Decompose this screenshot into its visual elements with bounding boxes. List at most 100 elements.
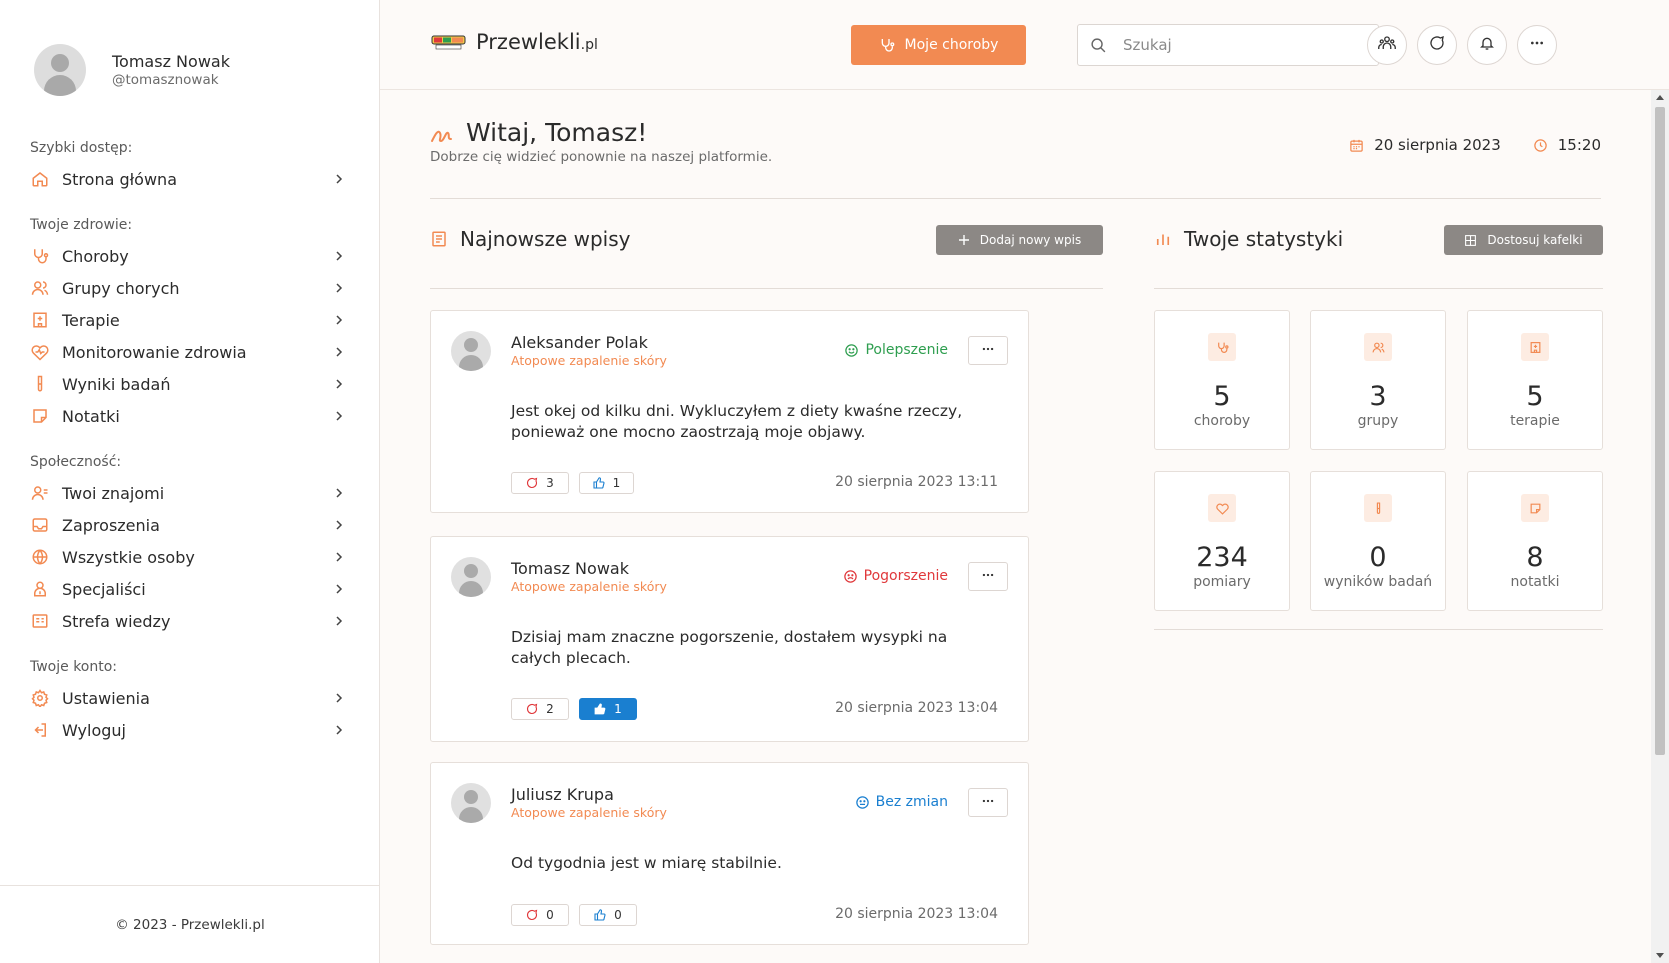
avatar[interactable] — [451, 783, 491, 823]
smile-icon — [844, 343, 859, 358]
logo-text: Przewlekli — [476, 30, 581, 54]
avatar[interactable] — [451, 331, 491, 371]
stat-value: 3 — [1369, 381, 1387, 412]
stat-tile-measurements[interactable]: 234 pomiary — [1154, 471, 1290, 611]
add-post-label: Dodaj nowy wpis — [979, 233, 1082, 247]
sidebar-item-results[interactable]: Wyniki badań — [30, 368, 350, 400]
messages-button[interactable] — [1417, 25, 1457, 65]
post-more-button[interactable] — [968, 562, 1008, 591]
hospital-icon — [30, 310, 50, 330]
avatar[interactable] — [34, 44, 86, 96]
stat-tile-results[interactable]: 0 wyników badań — [1310, 471, 1446, 611]
sidebar-item-label: Ustawienia — [62, 688, 150, 708]
scroll-up-icon[interactable] — [1656, 95, 1664, 100]
notifications-button[interactable] — [1467, 25, 1507, 65]
post-more-button[interactable] — [968, 788, 1008, 817]
sidebar-item-diseases[interactable]: Choroby — [30, 240, 350, 272]
post-condition[interactable]: Atopowe zapalenie skóry — [511, 353, 667, 368]
avatar[interactable] — [451, 557, 491, 597]
chevron-right-icon — [332, 281, 346, 295]
sidebar-item-specialists[interactable]: Specjaliści — [30, 573, 350, 605]
like-button[interactable]: 1 — [579, 698, 637, 720]
sidebar-item-groups[interactable]: Grupy chorych — [30, 272, 350, 304]
logout-icon — [30, 720, 50, 740]
posts-section-title: Najnowsze wpisy — [430, 227, 631, 251]
sidebar-item-monitoring[interactable]: Monitorowanie zdrowia — [30, 336, 350, 368]
specialist-icon — [30, 579, 50, 599]
post-condition[interactable]: Atopowe zapalenie skóry — [511, 805, 667, 820]
more-dots-icon — [981, 793, 995, 812]
sidebar-item-label: Monitorowanie zdrowia — [62, 342, 247, 362]
stat-tile-diseases[interactable]: 5 choroby — [1154, 310, 1290, 450]
people-icon — [1378, 34, 1396, 56]
post-text: Dzisiaj mam znaczne pogorszenie, dostałe… — [511, 628, 948, 667]
divider — [1154, 629, 1603, 630]
search-input[interactable] — [1123, 36, 1353, 54]
post-condition[interactable]: Atopowe zapalenie skóry — [511, 579, 667, 594]
stat-value: 234 — [1196, 542, 1248, 573]
user-profile[interactable]: Tomasz Nowak @tomasznowak — [34, 44, 230, 96]
post-status-label: Polepszenie — [865, 342, 948, 358]
search-box[interactable] — [1077, 24, 1379, 66]
sidebar-item-logout[interactable]: Wyloguj — [30, 714, 350, 746]
stat-tile-therapies[interactable]: 5 terapie — [1467, 310, 1603, 450]
frown-icon — [843, 569, 858, 584]
post-date: 20 sierpnia 2023 13:11 — [835, 474, 998, 490]
chevron-right-icon — [332, 377, 346, 391]
comments-button[interactable]: 2 — [511, 698, 569, 720]
post-author[interactable]: Juliusz Krupa — [511, 785, 614, 804]
divider — [1154, 288, 1603, 289]
comments-button[interactable]: 3 — [511, 472, 569, 494]
customize-tiles-button[interactable]: Dostosuj kafelki — [1444, 225, 1603, 255]
plus-icon — [958, 234, 970, 246]
post-author[interactable]: Tomasz Nowak — [511, 559, 629, 578]
current-date: 20 sierpnia 2023 — [1374, 136, 1501, 154]
vertical-scrollbar[interactable] — [1651, 90, 1669, 963]
sidebar-item-therapies[interactable]: Terapie — [30, 304, 350, 336]
inbox-icon — [30, 515, 50, 535]
datetime: 20 sierpnia 2023 15:20 — [1317, 136, 1601, 154]
stat-tile-groups[interactable]: 3 grupy — [1310, 310, 1446, 450]
stat-tile-notes[interactable]: 8 notatki — [1467, 471, 1603, 611]
stethoscope-icon — [30, 246, 50, 266]
post-status: Pogorszenie — [843, 568, 948, 584]
sidebar-item-notes[interactable]: Notatki — [30, 400, 350, 432]
more-menu-button[interactable] — [1517, 25, 1557, 65]
sidebar-item-friends[interactable]: Twoi znajomi — [30, 477, 350, 509]
topbar: Przewlekli.pl Moje choroby — [380, 0, 1669, 90]
scroll-down-icon[interactable] — [1656, 953, 1664, 958]
comments-button[interactable]: 0 — [511, 904, 569, 926]
settings-icon — [30, 688, 50, 708]
knowledge-icon — [30, 611, 50, 631]
post-author[interactable]: Aleksander Polak — [511, 333, 648, 352]
user-name: Tomasz Nowak — [112, 52, 230, 71]
sidebar-item-settings[interactable]: Ustawienia — [30, 682, 350, 714]
sidebar-item-invitations[interactable]: Zaproszenia — [30, 509, 350, 541]
comments-count: 0 — [546, 908, 554, 922]
add-post-button[interactable]: Dodaj nowy wpis — [936, 225, 1103, 255]
like-button[interactable]: 1 — [579, 472, 634, 494]
clock-icon — [1533, 138, 1548, 153]
sidebar-item-all-people[interactable]: Wszystkie osoby — [30, 541, 350, 573]
note-icon — [1521, 494, 1549, 522]
test-tube-icon — [30, 374, 50, 394]
sidebar-item-knowledge[interactable]: Strefa wiedzy — [30, 605, 350, 637]
like-button[interactable]: 0 — [579, 904, 637, 926]
stethoscope-icon — [879, 37, 895, 53]
welcome-subtitle: Dobrze cię widzieć ponownie na naszej pl… — [430, 149, 773, 165]
community-button[interactable] — [1367, 25, 1407, 65]
my-diseases-button[interactable]: Moje choroby — [851, 25, 1026, 65]
stat-label: wyników badań — [1323, 574, 1433, 590]
thumbs-up-icon — [593, 477, 605, 489]
friends-icon — [30, 483, 50, 503]
posts-title: Najnowsze wpisy — [460, 227, 631, 251]
chevron-right-icon — [332, 691, 346, 705]
sidebar-item-home[interactable]: Strona główna — [30, 163, 350, 195]
scrollbar-thumb[interactable] — [1655, 107, 1665, 755]
current-time: 15:20 — [1557, 136, 1601, 154]
logo[interactable]: Przewlekli.pl — [430, 30, 598, 54]
post-card: Juliusz Krupa Atopowe zapalenie skóry Be… — [430, 762, 1029, 945]
post-more-button[interactable] — [968, 336, 1008, 365]
bar-chart-icon — [1154, 230, 1172, 248]
post-date: 20 sierpnia 2023 13:04 — [835, 906, 998, 922]
